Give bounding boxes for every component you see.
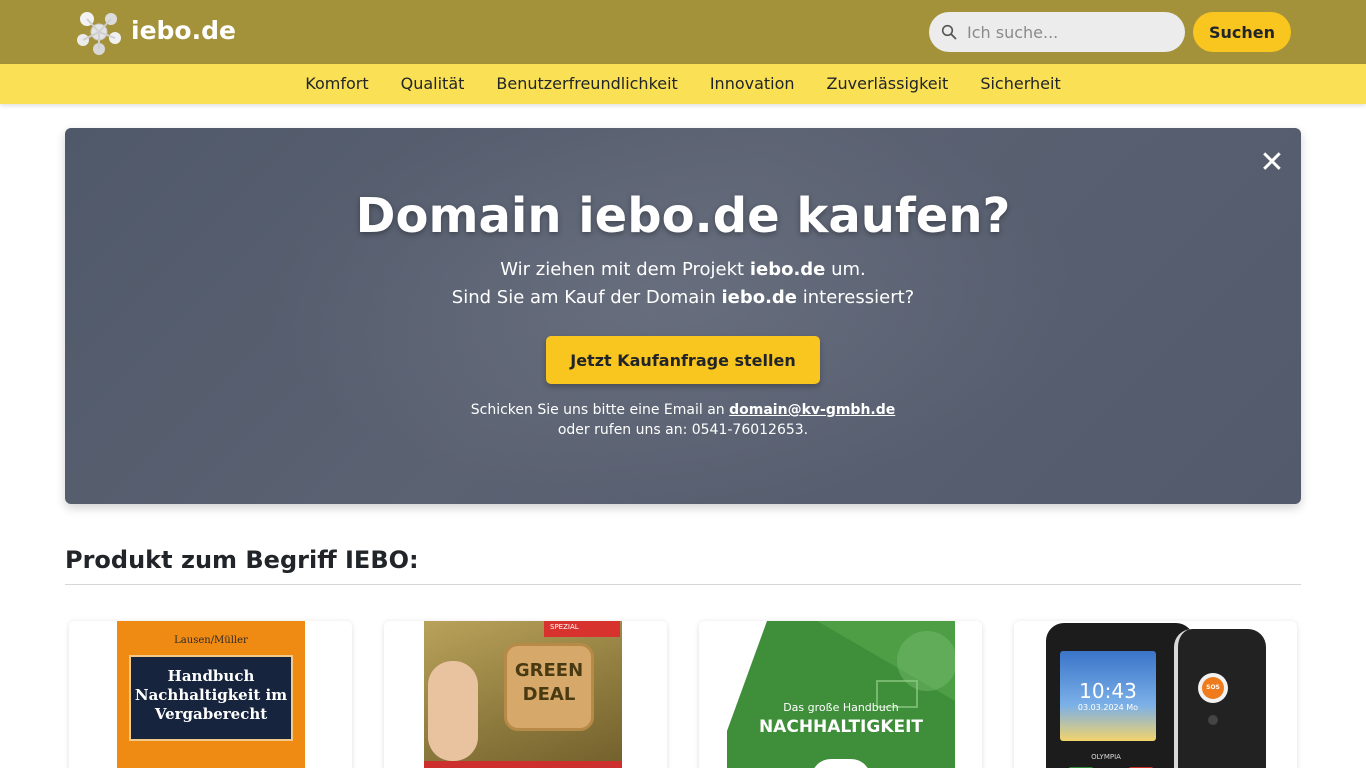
product-card[interactable]: Lausen/Müller Handbuch Nachhaltigkeit im… bbox=[69, 621, 352, 768]
cover-title-line-1: Handbuch bbox=[167, 667, 255, 685]
cover-title-line-2: Nachhaltigkeit im bbox=[134, 686, 288, 704]
banner-line-2-domain: iebo.de bbox=[721, 287, 798, 308]
brand-name[interactable]: iebo.de bbox=[131, 15, 236, 47]
nav-items: Komfort Qualität Benutzerfreundlichkeit … bbox=[0, 64, 1366, 104]
cover-footer-band bbox=[424, 761, 622, 768]
nav-item-benutzerfreundlichkeit[interactable]: Benutzerfreundlichkeit bbox=[480, 64, 693, 104]
search-input[interactable] bbox=[967, 12, 1177, 52]
products-heading: Produkt zum Begriff IEBO: bbox=[65, 546, 419, 574]
product-card[interactable]: SPEZIAL GREEN DEAL bbox=[384, 621, 667, 768]
banner-line-2: Sind Sie am Kauf der Domain iebo.de inte… bbox=[65, 286, 1301, 310]
phone-date: 03.03.2024 Mo bbox=[1077, 703, 1139, 712]
section-divider bbox=[65, 584, 1301, 585]
banner-line-1-before: Wir ziehen mit dem Projekt bbox=[500, 259, 750, 280]
cover-author: Lausen/Müller bbox=[174, 635, 248, 646]
cover-green-shape bbox=[727, 621, 955, 768]
search-icon bbox=[941, 24, 957, 40]
product-card[interactable]: 10:43 03.03.2024 Mo OLYMPIA SOS bbox=[1014, 621, 1297, 768]
phone-brand: OLYMPIA bbox=[1091, 753, 1121, 761]
product-image-book-nachhaltigkeit[interactable]: Das große Handbuch NACHHALTIGKEIT bbox=[727, 621, 955, 768]
phone-sos-ring: SOS bbox=[1198, 673, 1228, 703]
cover-speech-bubble: GREEN DEAL bbox=[504, 643, 594, 731]
nav-item-innovation[interactable]: Innovation bbox=[694, 64, 811, 104]
phone-camera bbox=[1208, 715, 1218, 725]
search-box bbox=[929, 12, 1185, 52]
nav-item-sicherheit[interactable]: Sicherheit bbox=[964, 64, 1076, 104]
product-image-book-vergaberecht[interactable]: Lausen/Müller Handbuch Nachhaltigkeit im… bbox=[117, 621, 305, 768]
cover-title-line-3: Vergaberecht bbox=[154, 705, 268, 723]
phone-sos-button: SOS bbox=[1202, 677, 1224, 699]
purchase-request-button[interactable]: Jetzt Kaufanfrage stellen bbox=[546, 336, 820, 384]
product-card[interactable]: Das große Handbuch NACHHALTIGKEIT bbox=[699, 621, 982, 768]
phone-time: 10:43 bbox=[1079, 679, 1137, 703]
logo-icon[interactable] bbox=[75, 8, 123, 56]
nav-item-zuverlaessigkeit[interactable]: Zuverlässigkeit bbox=[811, 64, 965, 104]
cover-badge-text: SPEZIAL bbox=[550, 623, 579, 631]
contact-email-label: Schicken Sie uns bitte eine Email an bbox=[470, 402, 730, 418]
category-nav: Komfort Qualität Benutzerfreundlichkeit … bbox=[0, 64, 1366, 104]
contact-email-line: Schicken Sie uns bitte eine Email an dom… bbox=[65, 400, 1301, 420]
contact-email-link[interactable]: domain@kv-gmbh.de bbox=[729, 402, 895, 418]
phone-screen: 10:43 03.03.2024 Mo bbox=[1060, 651, 1156, 741]
product-image-book-green-deal[interactable]: SPEZIAL GREEN DEAL bbox=[424, 621, 622, 768]
top-header: iebo.de Suchen bbox=[0, 0, 1366, 64]
domain-sale-banner: ✕ Domain iebo.de kaufen? Wir ziehen mit … bbox=[65, 128, 1301, 504]
banner-title: Domain iebo.de kaufen? bbox=[355, 188, 1011, 244]
cover-title-panel: Handbuch Nachhaltigkeit im Vergaberecht bbox=[129, 655, 293, 741]
contact-phone-line: oder rufen uns an: 0541-76012653. bbox=[557, 422, 809, 438]
banner-line-1-domain: iebo.de bbox=[749, 259, 826, 280]
product-image-phone[interactable]: 10:43 03.03.2024 Mo OLYMPIA SOS bbox=[1042, 621, 1270, 768]
banner-line-1: Wir ziehen mit dem Projekt iebo.de um. bbox=[65, 258, 1301, 282]
banner-line-2-before: Sind Sie am Kauf der Domain bbox=[451, 287, 722, 308]
close-icon[interactable]: ✕ bbox=[1257, 148, 1287, 178]
nav-item-qualitaet[interactable]: Qualität bbox=[385, 64, 481, 104]
cover-word-deal: DEAL bbox=[522, 684, 576, 705]
cover-hand bbox=[428, 661, 478, 761]
phone-body-back: SOS bbox=[1174, 629, 1266, 768]
cover-badge: SPEZIAL bbox=[544, 621, 620, 637]
cover-title: NACHHALTIGKEIT bbox=[758, 717, 924, 737]
search-button[interactable]: Suchen bbox=[1193, 12, 1291, 52]
cover-word-green: GREEN bbox=[514, 660, 584, 681]
banner-glow bbox=[265, 128, 1085, 504]
banner-line-1-after: um. bbox=[825, 259, 866, 280]
nav-item-komfort[interactable]: Komfort bbox=[289, 64, 384, 104]
cover-subtitle: Das große Handbuch bbox=[783, 701, 899, 714]
phone-body-front: 10:43 03.03.2024 Mo OLYMPIA bbox=[1046, 623, 1194, 768]
banner-line-2-after: interessiert? bbox=[797, 287, 915, 308]
